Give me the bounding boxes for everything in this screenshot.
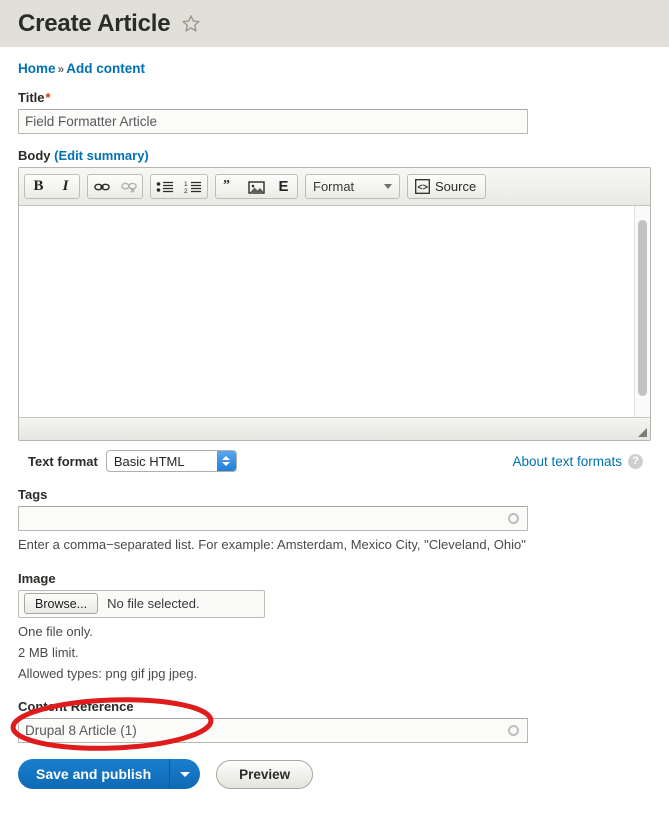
body-label: Body (Edit summary) <box>18 148 651 163</box>
svg-text:2: 2 <box>184 188 188 194</box>
tags-label: Tags <box>18 487 651 502</box>
toolbar-group-links <box>87 174 143 199</box>
source-button-label: Source <box>435 179 476 194</box>
image-file-input[interactable]: Browse... No file selected. <box>18 590 265 618</box>
title-label: Title* <box>18 90 651 105</box>
numbered-list-icon[interactable]: 1 2 <box>179 175 207 198</box>
format-dropdown-label: Format <box>313 179 354 194</box>
bold-button[interactable]: B <box>25 175 52 198</box>
editor-status-bar <box>19 418 650 440</box>
text-format-label: Text format <box>28 454 98 469</box>
toolbar-group-insert: ” E <box>215 174 298 199</box>
tags-field-group: Tags Enter a comma−separated list. For e… <box>18 487 651 555</box>
star-outline-icon[interactable] <box>180 13 202 35</box>
body-field-group: Body (Edit summary) B I <box>18 148 651 481</box>
svg-text:<>: <> <box>418 182 429 192</box>
toolbar-group-basic-styles: B I <box>24 174 80 199</box>
editor-toolbar: B I <box>19 168 650 206</box>
toolbar-group-lists: 1 2 <box>150 174 208 199</box>
title-field-group: Title* <box>18 90 651 134</box>
image-label: Image <box>18 571 651 586</box>
text-format-selected-value: Basic HTML <box>114 454 185 469</box>
save-and-publish-button[interactable]: Save and publish <box>18 759 169 789</box>
blockquote-icon[interactable]: ” <box>216 175 243 198</box>
breadcrumb-separator: » <box>58 62 65 76</box>
image-description-1: One file only. <box>18 623 651 642</box>
image-field-group: Image Browse... No file selected. One fi… <box>18 571 651 684</box>
editor-scrollbar-thumb[interactable] <box>638 220 647 396</box>
link-icon[interactable] <box>88 175 115 198</box>
file-status-text: No file selected. <box>107 596 200 611</box>
bulleted-list-icon[interactable] <box>151 175 179 198</box>
source-button[interactable]: <> Source <box>407 174 486 199</box>
title-label-text: Title <box>18 90 45 105</box>
page-title: Create Article <box>18 10 170 38</box>
content-reference-field-group: Content Reference <box>18 699 651 743</box>
select-stepper-icon <box>217 451 236 471</box>
image-description-2: 2 MB limit. <box>18 644 651 663</box>
format-dropdown[interactable]: Format <box>305 174 400 199</box>
browse-button[interactable]: Browse... <box>24 593 98 614</box>
editor-content-area[interactable] <box>19 206 650 418</box>
chevron-down-icon <box>384 184 392 189</box>
body-editor: B I <box>18 167 651 441</box>
content-reference-input[interactable] <box>18 718 528 743</box>
save-split-button: Save and publish <box>18 759 200 789</box>
tags-description: Enter a comma−separated list. For exampl… <box>18 536 651 555</box>
image-icon[interactable] <box>243 175 270 198</box>
title-required-marker: * <box>46 90 51 105</box>
svg-text:”: ” <box>223 180 230 193</box>
text-format-bar: Text format Basic HTML About text format… <box>18 441 651 481</box>
about-text-formats-link[interactable]: About text formats <box>512 454 622 469</box>
breadcrumb: Home»Add content <box>0 47 669 76</box>
breadcrumb-add-content-link[interactable]: Add content <box>66 61 145 76</box>
text-format-select[interactable]: Basic HTML <box>106 450 237 472</box>
image-description-3: Allowed types: png gif jpg jpeg. <box>18 665 651 684</box>
body-label-text: Body <box>18 148 51 163</box>
embed-button[interactable]: E <box>270 175 297 198</box>
italic-button[interactable]: I <box>52 175 79 198</box>
resize-grip-icon[interactable] <box>638 428 647 437</box>
chevron-down-icon <box>180 772 190 777</box>
title-input[interactable] <box>18 109 528 134</box>
page-header: Create Article <box>0 0 669 47</box>
save-options-dropdown-button[interactable] <box>169 759 200 789</box>
source-code-icon: <> <box>415 179 430 194</box>
content-reference-label: Content Reference <box>18 699 651 714</box>
edit-summary-link[interactable]: (Edit summary) <box>54 148 149 163</box>
preview-button[interactable]: Preview <box>216 760 313 789</box>
help-icon[interactable]: ? <box>628 454 643 469</box>
svg-text:1: 1 <box>184 181 188 188</box>
editor-scrollbar[interactable] <box>634 206 650 417</box>
tags-input[interactable] <box>18 506 528 531</box>
breadcrumb-home-link[interactable]: Home <box>18 61 56 76</box>
unlink-icon[interactable] <box>115 175 142 198</box>
form-actions: Save and publish Preview <box>0 743 669 789</box>
